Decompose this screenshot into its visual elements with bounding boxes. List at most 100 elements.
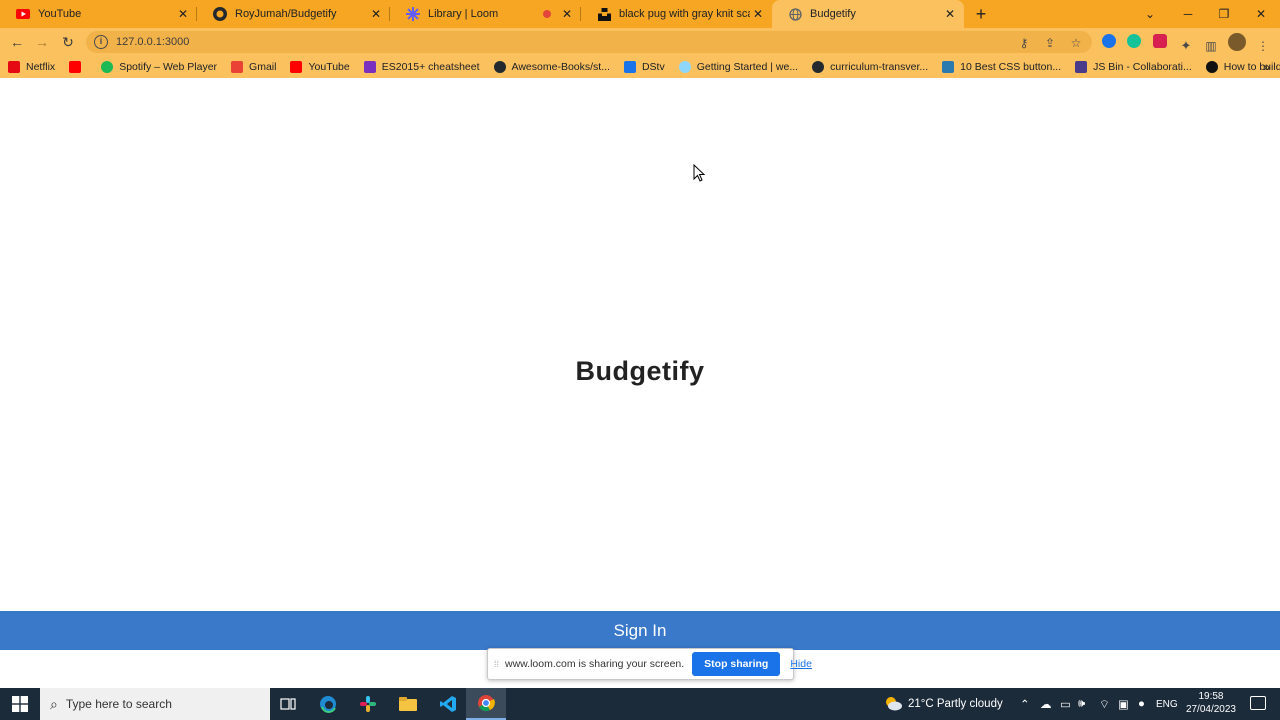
recorder-extension-icon[interactable] bbox=[1153, 34, 1167, 48]
bookmark-getting-started[interactable]: Getting Started | we... bbox=[678, 61, 798, 73]
chevron-right-icon[interactable]: » bbox=[1263, 60, 1270, 74]
onedrive-icon[interactable]: ☁ bbox=[1040, 688, 1052, 720]
forward-button[interactable]: → bbox=[32, 32, 52, 52]
meet-now-icon[interactable]: ▣ bbox=[1118, 688, 1129, 720]
language-indicator[interactable]: ENG bbox=[1156, 688, 1178, 720]
bookmark-page-icon bbox=[942, 61, 955, 73]
close-icon[interactable]: ✕ bbox=[942, 6, 958, 22]
clock-date: 27/04/2023 bbox=[1185, 704, 1236, 715]
gmail-icon bbox=[231, 61, 244, 73]
star-icon[interactable]: ☆ bbox=[1068, 35, 1084, 51]
tab-title: black pug with gray knit scarf ph bbox=[619, 8, 750, 20]
notifications-icon[interactable] bbox=[1250, 696, 1266, 710]
close-icon[interactable]: ✕ bbox=[559, 6, 575, 22]
bookmark-gmail[interactable]: Gmail bbox=[231, 61, 276, 73]
es2015-icon bbox=[363, 61, 376, 73]
tab-loom[interactable]: Library | Loom ✕ bbox=[390, 0, 581, 28]
slack-icon[interactable] bbox=[348, 688, 388, 720]
tab-budgetify[interactable]: Budgetify ✕ bbox=[772, 0, 964, 28]
screen-share-banner: ⁞⁞ www.loom.com is sharing your screen. … bbox=[487, 648, 812, 680]
search-placeholder: Type here to search bbox=[65, 697, 172, 711]
clock-time: 19:58 bbox=[1198, 691, 1224, 702]
stop-sharing-button[interactable]: Stop sharing bbox=[692, 652, 781, 676]
task-view-icon[interactable] bbox=[268, 688, 308, 720]
close-icon[interactable]: ✕ bbox=[368, 6, 384, 22]
github-icon bbox=[213, 7, 227, 21]
tab-youtube[interactable]: YouTube ✕ bbox=[0, 0, 197, 28]
grammarly-icon[interactable] bbox=[1127, 34, 1141, 48]
tab-unsplash[interactable]: black pug with gray knit scarf ph ✕ bbox=[581, 0, 772, 28]
tab-title: Budgetify bbox=[810, 8, 856, 20]
globe-icon bbox=[788, 7, 802, 21]
puzzle-icon[interactable]: ✦ bbox=[1178, 38, 1194, 54]
loom-icon bbox=[406, 7, 420, 21]
bookmark-youtube[interactable]: YouTube bbox=[290, 61, 350, 73]
bookmark-netflix[interactable]: Netflix bbox=[8, 61, 55, 73]
bookmark-curriculum[interactable]: curriculum-transver... bbox=[812, 61, 928, 73]
spotify-icon bbox=[101, 61, 114, 73]
close-window-button[interactable]: ✕ bbox=[1243, 0, 1279, 28]
recording-icon bbox=[543, 10, 551, 18]
search-icon: ⌕ bbox=[50, 695, 58, 712]
sign-in-label: Sign In bbox=[613, 620, 667, 640]
edge-icon[interactable] bbox=[308, 688, 348, 720]
close-icon[interactable]: ✕ bbox=[175, 6, 191, 22]
github-icon bbox=[812, 61, 825, 73]
webpack-icon bbox=[678, 61, 691, 73]
extension-icon[interactable] bbox=[1102, 34, 1116, 48]
restore-button[interactable]: ❐ bbox=[1206, 0, 1242, 28]
youtube-icon bbox=[16, 7, 30, 21]
unsplash-icon bbox=[597, 7, 611, 21]
address-bar[interactable]: i 127.0.0.1:3000 ⚷ ⇪ ☆ bbox=[86, 31, 1092, 53]
bookmark-css-buttons[interactable]: 10 Best CSS button... bbox=[942, 61, 1061, 73]
dstv-icon bbox=[623, 61, 636, 73]
vscode-icon[interactable] bbox=[428, 688, 468, 720]
volume-icon[interactable]: 🕪 bbox=[1078, 688, 1085, 720]
github-icon bbox=[493, 61, 506, 73]
tab-title: Library | Loom bbox=[428, 8, 499, 20]
share-message: www.loom.com is sharing your screen. bbox=[505, 658, 685, 670]
bookmarks-bar: Netflix Spotify – Web Player Gmail YouTu… bbox=[0, 56, 1280, 78]
avatar[interactable] bbox=[1228, 33, 1246, 51]
wifi-icon[interactable]: ⌔ bbox=[1099, 688, 1110, 720]
bookmark-youtube-icon[interactable] bbox=[69, 61, 87, 73]
battery-icon[interactable]: ▭ bbox=[1060, 688, 1071, 720]
chrome-icon[interactable] bbox=[466, 688, 506, 720]
partly-cloudy-icon bbox=[884, 695, 902, 714]
bookmark-spotify[interactable]: Spotify – Web Player bbox=[101, 61, 217, 73]
weather-text: 21°C Partly cloudy bbox=[908, 698, 1003, 710]
bookmark-es2015[interactable]: ES2015+ cheatsheet bbox=[363, 61, 480, 73]
sign-in-button[interactable]: Sign In bbox=[0, 611, 1280, 650]
show-hidden-icons-icon[interactable]: ⌃ bbox=[1020, 688, 1030, 720]
side-panel-icon[interactable]: ▥ bbox=[1203, 38, 1219, 54]
close-icon[interactable]: ✕ bbox=[750, 6, 766, 22]
windows-start-icon[interactable] bbox=[0, 688, 40, 720]
hide-link[interactable]: Hide bbox=[790, 658, 812, 670]
page-viewport: Budgetify Sign In bbox=[0, 78, 1280, 688]
back-button[interactable]: ← bbox=[7, 32, 27, 52]
browser-toolbar: ← → ↻ i 127.0.0.1:3000 ⚷ ⇪ ☆ ✦ ▥ ⋮ bbox=[0, 28, 1280, 56]
tab-title: RoyJumah/Budgetify bbox=[235, 8, 337, 20]
tab-strip: YouTube ✕ RoyJumah/Budgetify ✕ Library |… bbox=[0, 0, 1280, 28]
microphone-icon[interactable]: ● bbox=[1138, 688, 1145, 720]
bookmark-jsbin[interactable]: JS Bin - Collaborati... bbox=[1075, 61, 1192, 73]
share-icon[interactable]: ⇪ bbox=[1042, 35, 1058, 51]
new-tab-button[interactable]: + bbox=[972, 5, 990, 23]
menu-icon[interactable]: ⋮ bbox=[1255, 38, 1271, 54]
tab-github[interactable]: RoyJumah/Budgetify ✕ bbox=[197, 0, 390, 28]
weather-widget[interactable]: 21°C Partly cloudy bbox=[884, 688, 1003, 720]
minimize-button[interactable]: ─ bbox=[1170, 0, 1206, 28]
bookmark-dstv[interactable]: DStv bbox=[623, 61, 665, 73]
drag-handle-icon[interactable]: ⁞⁞ bbox=[494, 659, 499, 669]
bookmark-awesome-books[interactable]: Awesome-Books/st... bbox=[493, 61, 610, 73]
key-icon[interactable]: ⚷ bbox=[1016, 35, 1032, 51]
file-explorer-icon[interactable] bbox=[388, 688, 428, 720]
tab-search-icon[interactable]: ⌄ bbox=[1132, 0, 1168, 28]
info-icon[interactable]: i bbox=[94, 35, 108, 49]
jsbin-icon bbox=[1075, 61, 1088, 73]
taskbar-search-input[interactable]: ⌕ Type here to search bbox=[40, 688, 270, 720]
clock[interactable]: 19:58 27/04/2023 bbox=[1186, 690, 1236, 716]
reload-button[interactable]: ↻ bbox=[58, 32, 78, 52]
react-guide-icon bbox=[1205, 61, 1218, 73]
brand-title: Budgetify bbox=[575, 356, 705, 386]
